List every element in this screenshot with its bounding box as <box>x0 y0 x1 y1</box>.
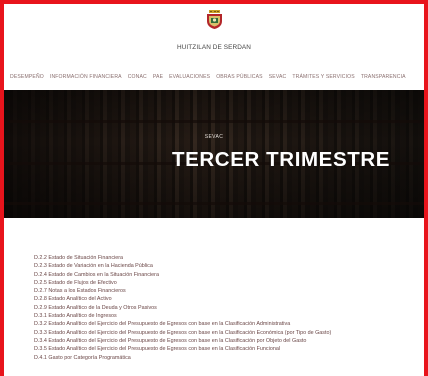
shelf-line <box>4 120 424 123</box>
nav-item-pae[interactable]: PAE <box>153 70 163 84</box>
nav-item-desempeno[interactable]: DESEMPEÑO <box>10 70 44 84</box>
document-link[interactable]: D.3.4 Estado Analítico del Ejercicio del… <box>34 337 424 345</box>
nav-item-obras-publicas[interactable]: OBRAS PÚBLICAS <box>216 70 263 84</box>
document-link[interactable]: D.2.5 Estado de Flujos de Efectivo <box>34 279 424 287</box>
nav-item-informacion-financiera[interactable]: INFORMACIÓN FINANCIERA <box>50 70 122 84</box>
document-link[interactable]: D.2.4 Estado de Cambios en la Situación … <box>34 271 424 279</box>
hero-title: TERCER TRIMESTRE <box>172 148 391 171</box>
document-link[interactable]: D.2.7 Notas a los Estados Financieros <box>34 287 424 295</box>
document-link[interactable]: D.3.1 Estado Analítico de Ingresos <box>34 312 424 320</box>
site-header: HUITZILAN DE SERDAN <box>4 4 424 66</box>
document-link[interactable]: D.3.5 Estado Analítico del Ejercicio del… <box>34 345 424 353</box>
hero-kicker: SEVAC <box>204 134 224 140</box>
site-name: HUITZILAN DE SERDAN <box>177 44 251 51</box>
document-link[interactable]: D.2.3 Estado de Variación en la Hacienda… <box>34 262 424 270</box>
document-link[interactable]: D.2.2 Estado de Situación Financiera <box>34 254 424 262</box>
document-link[interactable]: D.2.8 Estado Analítico del Activo <box>34 295 424 303</box>
document-link[interactable]: D.3.3 Estado Analítico del Ejercicio del… <box>34 329 424 337</box>
browser-frame: HUITZILAN DE SERDAN DESEMPEÑO INFORMACIÓ… <box>0 0 428 376</box>
document-link[interactable]: D.4.1 Gasto por Categoría Programática <box>34 354 424 362</box>
nav-item-evaluaciones[interactable]: EVALUACIONES <box>169 70 210 84</box>
document-link[interactable]: D.3.2 Estado Analítico del Ejercicio del… <box>34 320 424 328</box>
shelf-line <box>4 202 424 205</box>
nav-item-tramites-servicios[interactable]: TRÁMITES Y SERVICIOS <box>292 70 354 84</box>
hero-banner: SEVAC TERCER TRIMESTRE <box>4 90 424 218</box>
nav-item-conac[interactable]: CONAC <box>128 70 147 84</box>
document-link[interactable]: D.2.9 Estado Analítico de la Deuda y Otr… <box>34 304 424 312</box>
main-nav: DESEMPEÑO INFORMACIÓN FINANCIERA CONAC P… <box>4 70 424 84</box>
nav-item-transparencia[interactable]: TRANSPARENCIA <box>361 70 406 84</box>
document-link-list: D.2.2 Estado de Situación Financiera D.2… <box>34 254 424 362</box>
municipal-seal-icon[interactable] <box>206 10 223 29</box>
nav-item-sevac[interactable]: SEVAC <box>269 70 287 84</box>
